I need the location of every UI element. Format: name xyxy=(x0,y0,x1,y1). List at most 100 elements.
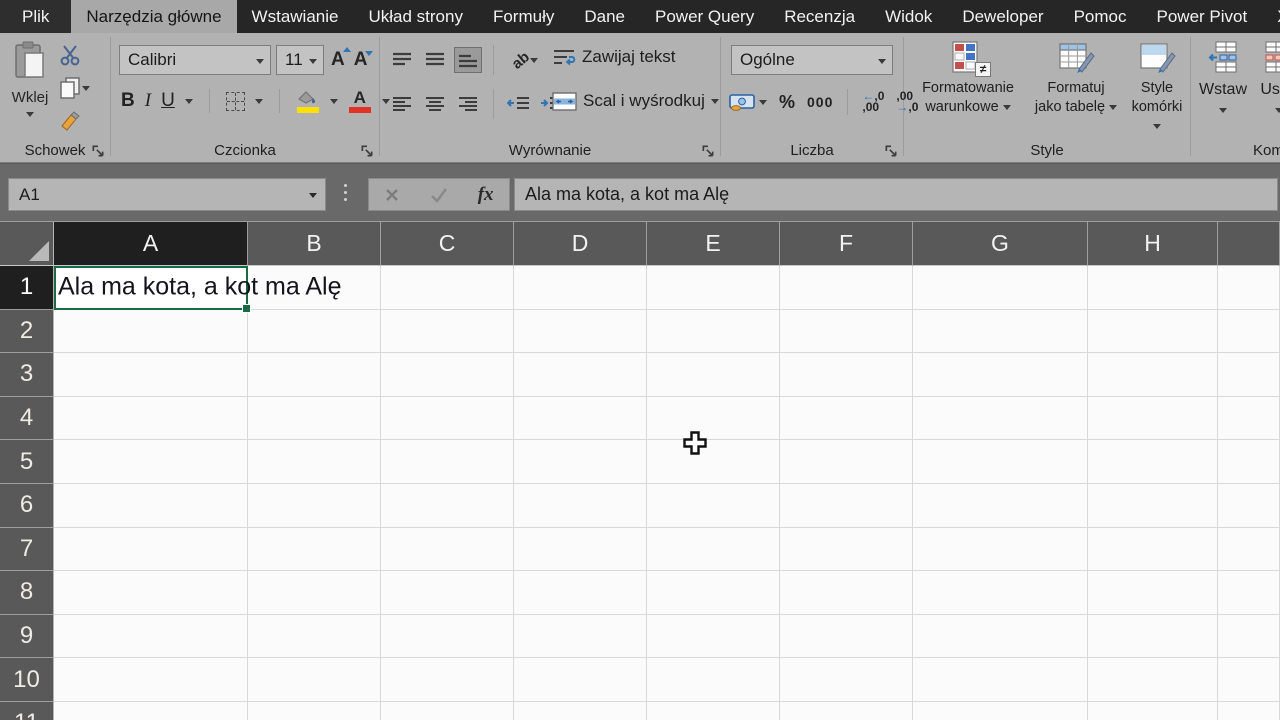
insert-function-button[interactable]: fx xyxy=(469,181,503,209)
row-header-6[interactable]: 6 xyxy=(0,483,54,528)
accounting-caret[interactable] xyxy=(759,99,767,105)
insert-cells-caret[interactable] xyxy=(1219,108,1227,114)
cell-G1[interactable] xyxy=(913,266,1088,310)
cell-D11[interactable] xyxy=(514,701,647,720)
cell-E2[interactable] xyxy=(647,309,780,354)
cell-F3[interactable] xyxy=(780,353,913,397)
tab-uklad-strony[interactable]: Układ strony xyxy=(353,0,477,33)
cell-E7[interactable] xyxy=(647,527,780,572)
tab-xl-c[interactable]: XL C xyxy=(1262,0,1280,33)
cell-D9[interactable] xyxy=(514,614,647,659)
cell-partial9[interactable] xyxy=(1218,614,1280,659)
column-header-D[interactable]: D xyxy=(514,222,647,266)
cell-H8[interactable] xyxy=(1088,571,1218,615)
cell-E11[interactable] xyxy=(647,701,780,720)
cell-A1[interactable]: Ala ma kota, a kot ma Alę xyxy=(54,266,341,313)
delete-cells-button[interactable]: Usuń xyxy=(1253,41,1280,117)
align-left-button[interactable] xyxy=(388,91,416,117)
underline-caret[interactable] xyxy=(184,98,193,104)
align-right-button[interactable] xyxy=(454,91,482,117)
cell-D7[interactable] xyxy=(514,527,647,572)
row-header-11[interactable]: 11 xyxy=(0,701,54,720)
cell-A9[interactable] xyxy=(54,614,248,659)
cell-F1[interactable] xyxy=(780,266,913,310)
column-header-A[interactable]: A xyxy=(54,222,248,266)
tab-power-query[interactable]: Power Query xyxy=(640,0,769,33)
tab-pomoc[interactable]: Pomoc xyxy=(1059,0,1142,33)
format-as-table-button[interactable]: Formatuj jako tabelę xyxy=(1030,41,1122,117)
cell-G8[interactable] xyxy=(913,571,1088,615)
cell-C10[interactable] xyxy=(381,658,514,702)
cell-F6[interactable] xyxy=(780,483,913,528)
cancel-button[interactable] xyxy=(375,181,409,209)
formula-input[interactable]: Ala ma kota, a kot ma Alę xyxy=(514,178,1278,211)
bold-button[interactable]: B xyxy=(121,90,135,112)
cell-C5[interactable] xyxy=(381,440,514,484)
tab-power-pivot[interactable]: Power Pivot xyxy=(1142,0,1263,33)
accounting-format-button[interactable] xyxy=(729,93,767,111)
number-format-combo[interactable]: Ogólne xyxy=(731,45,893,75)
cell-E1[interactable] xyxy=(647,266,780,310)
row-header-7[interactable]: 7 xyxy=(0,527,54,572)
wrap-text-button[interactable]: Zawijaj tekst xyxy=(552,47,676,67)
cell-partial1[interactable] xyxy=(1218,266,1280,310)
cell-B10[interactable] xyxy=(248,658,381,702)
insert-cells-button[interactable]: Wstaw xyxy=(1197,41,1249,117)
cell-G3[interactable] xyxy=(913,353,1088,397)
cell-styles-caret[interactable] xyxy=(1153,123,1161,129)
cell-C3[interactable] xyxy=(381,353,514,397)
cell-partial10[interactable] xyxy=(1218,658,1280,702)
cell-D3[interactable] xyxy=(514,353,647,397)
cell-G5[interactable] xyxy=(913,440,1088,484)
cell-B11[interactable] xyxy=(248,701,381,720)
select-all-button[interactable] xyxy=(0,222,54,266)
cell-C4[interactable] xyxy=(381,396,514,441)
cell-partial4[interactable] xyxy=(1218,396,1280,441)
tab-narzedzia-glowne[interactable]: Narzędzia główne xyxy=(71,0,237,33)
cell-G10[interactable] xyxy=(913,658,1088,702)
delete-cells-caret[interactable] xyxy=(1275,108,1280,114)
cell-E9[interactable] xyxy=(647,614,780,659)
cell-D4[interactable] xyxy=(514,396,647,441)
row-header-5[interactable]: 5 xyxy=(0,440,54,484)
cell-H5[interactable] xyxy=(1088,440,1218,484)
cell-E5[interactable] xyxy=(647,440,780,484)
number-format-caret[interactable] xyxy=(878,59,886,64)
tab-formuly[interactable]: Formuły xyxy=(478,0,569,33)
clipboard-dialog-launcher[interactable] xyxy=(91,144,105,158)
cell-C2[interactable] xyxy=(381,309,514,354)
align-center-button[interactable] xyxy=(421,91,449,117)
font-size-combo[interactable]: 11 xyxy=(276,45,324,75)
font-size-caret[interactable] xyxy=(309,59,317,64)
cell-partial5[interactable] xyxy=(1218,440,1280,484)
paste-dropdown-caret[interactable] xyxy=(26,112,34,118)
copy-button[interactable] xyxy=(58,76,92,100)
cell-H4[interactable] xyxy=(1088,396,1218,441)
cell-B8[interactable] xyxy=(248,571,381,615)
tab-dane[interactable]: Dane xyxy=(569,0,640,33)
cell-F5[interactable] xyxy=(780,440,913,484)
align-bottom-button[interactable] xyxy=(454,47,482,73)
cell-E4[interactable] xyxy=(647,396,780,441)
column-header-C[interactable]: C xyxy=(381,222,514,266)
cell-D6[interactable] xyxy=(514,483,647,528)
cell-H10[interactable] xyxy=(1088,658,1218,702)
cell-D8[interactable] xyxy=(514,571,647,615)
cell-F9[interactable] xyxy=(780,614,913,659)
cell-C11[interactable] xyxy=(381,701,514,720)
cell-E8[interactable] xyxy=(647,571,780,615)
cut-button[interactable] xyxy=(58,43,92,67)
tab-recenzja[interactable]: Recenzja xyxy=(769,0,870,33)
row-header-2[interactable]: 2 xyxy=(0,309,54,354)
cell-A4[interactable] xyxy=(54,396,248,441)
cell-G7[interactable] xyxy=(913,527,1088,572)
cell-G6[interactable] xyxy=(913,483,1088,528)
cell-H2[interactable] xyxy=(1088,309,1218,354)
format-painter-button[interactable] xyxy=(58,109,92,133)
cell-C8[interactable] xyxy=(381,571,514,615)
cell-A8[interactable] xyxy=(54,571,248,615)
cell-B6[interactable] xyxy=(248,483,381,528)
column-header-G[interactable]: G xyxy=(913,222,1088,266)
fill-handle[interactable] xyxy=(242,303,251,313)
formula-bar-resize-handle[interactable] xyxy=(344,184,347,201)
